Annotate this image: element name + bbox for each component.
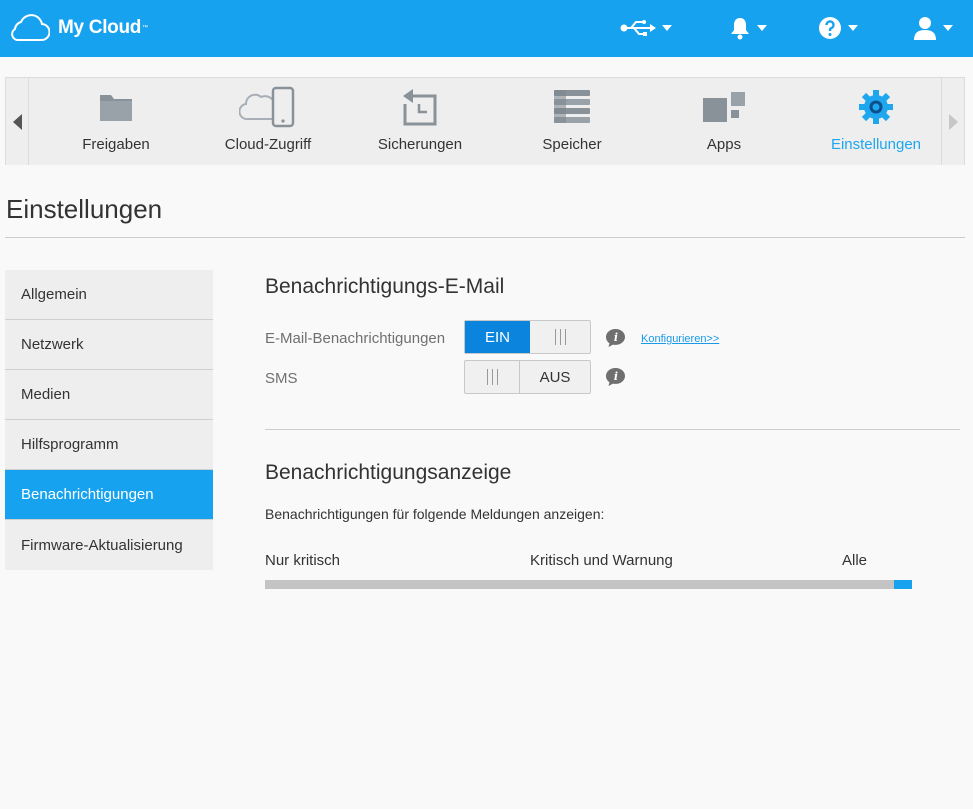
title-divider: [5, 237, 965, 238]
bell-icon: [731, 18, 749, 40]
user-icon: [914, 17, 936, 40]
sms-label: SMS: [265, 370, 298, 387]
info-icon[interactable]: i: [605, 367, 626, 387]
main-nav: Freigaben Cloud-Zugriff Sicherungen Spei…: [5, 77, 965, 165]
chevron-down-icon: [662, 25, 672, 31]
page-title: Einstellungen: [6, 194, 163, 224]
slider-handle[interactable]: [894, 580, 912, 589]
sidebar-item-netzwerk[interactable]: Netzwerk: [5, 320, 213, 370]
svg-text:i: i: [614, 370, 618, 383]
notification-level-slider[interactable]: [265, 580, 912, 589]
svg-text:i: i: [614, 331, 618, 344]
nav-scroll-right-button[interactable]: [941, 78, 964, 165]
nav-item-freigaben[interactable]: Freigaben: [46, 78, 186, 165]
folder-icon: [100, 95, 132, 121]
nav-item-label: Sicherungen: [377, 136, 463, 153]
nav-item-label: Freigaben: [82, 136, 150, 153]
cloud-logo-icon: [11, 14, 50, 41]
nav-scroll-left-button[interactable]: [6, 78, 29, 165]
nav-item-sicherungen[interactable]: Sicherungen: [350, 78, 490, 165]
nav-item-label: Einstellungen: [830, 136, 922, 153]
slider-label-nur-kritisch[interactable]: Nur kritisch: [265, 552, 340, 569]
app-title: My Cloud: [58, 17, 142, 38]
help-button[interactable]: [818, 14, 858, 42]
chevron-right-icon: [948, 113, 958, 130]
toggle-grip: [530, 321, 590, 353]
user-menu-button[interactable]: [913, 14, 953, 42]
backup-icon: [403, 89, 437, 126]
help-icon: [819, 17, 841, 39]
sidebar-item-firmware-aktualisierung[interactable]: Firmware-Aktualisierung: [5, 520, 213, 570]
sidebar-item-allgemein[interactable]: Allgemein: [5, 270, 213, 320]
sidebar-item-medien[interactable]: Medien: [5, 370, 213, 420]
nav-item-speicher[interactable]: Speicher: [502, 78, 642, 165]
chevron-left-icon: [12, 113, 22, 130]
info-icon[interactable]: i: [605, 328, 626, 348]
app-trademark: ™: [142, 25, 149, 31]
notifications-button[interactable]: [729, 14, 767, 42]
usb-icon: [620, 20, 656, 36]
display-description: Benachrichtigungen für folgende Meldunge…: [265, 506, 605, 522]
toggle-grip: [465, 361, 520, 393]
sms-toggle[interactable]: AUS: [464, 360, 591, 394]
email-section-title: Benachrichtigungs-E-Mail: [265, 275, 505, 298]
nav-item-label: Cloud-Zugriff: [224, 136, 312, 153]
nav-item-cloud-zugriff[interactable]: Cloud-Zugriff: [198, 78, 338, 165]
sidebar-item-hilfsprogramm[interactable]: Hilfsprogramm: [5, 420, 213, 470]
email-notifications-toggle[interactable]: EIN: [464, 320, 591, 354]
nav-item-einstellungen[interactable]: Einstellungen: [806, 78, 946, 165]
toggle-on-label: EIN: [465, 321, 530, 353]
slider-label-kritisch-und-warnung[interactable]: Kritisch und Warnung: [530, 552, 673, 569]
cloud-device-icon: [239, 86, 295, 128]
top-bar: My Cloud ™: [0, 0, 973, 57]
usb-menu-button[interactable]: [620, 14, 672, 42]
app-logo[interactable]: My Cloud ™: [7, 14, 148, 42]
nav-item-label: Speicher: [542, 136, 602, 153]
email-notifications-label: E-Mail-Benachrichtigungen: [265, 330, 446, 347]
nav-item-apps[interactable]: Apps: [654, 78, 794, 165]
section-divider: [265, 429, 960, 430]
chevron-down-icon: [943, 25, 953, 31]
slider-label-alle[interactable]: Alle: [842, 552, 867, 569]
toggle-off-label: AUS: [539, 368, 571, 386]
storage-icon: [554, 90, 590, 123]
display-section-title: Benachrichtigungsanzeige: [265, 461, 512, 484]
gear-icon: [859, 90, 893, 124]
chevron-down-icon: [757, 25, 767, 31]
settings-sidebar: Allgemein Netzwerk Medien Hilfsprogramm …: [5, 270, 213, 570]
configure-link[interactable]: Konfigurieren>>: [641, 333, 719, 345]
apps-icon: [703, 92, 745, 122]
chevron-down-icon: [848, 25, 858, 31]
nav-item-label: Apps: [706, 136, 742, 153]
sidebar-item-benachrichtigungen[interactable]: Benachrichtigungen: [5, 470, 213, 520]
